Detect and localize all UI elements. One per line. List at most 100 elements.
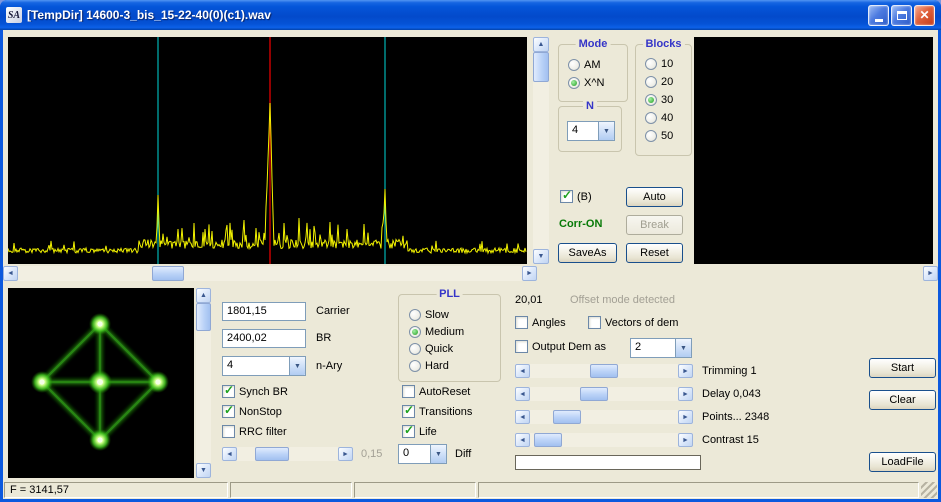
br-input[interactable]: 2400,02 — [222, 329, 306, 348]
scroll-track[interactable] — [533, 52, 549, 249]
n-select[interactable]: 4 ▼ — [567, 121, 615, 141]
carrier-input[interactable]: 1801,15 — [222, 302, 306, 321]
spectrum-trace — [8, 102, 527, 255]
contrast-slider[interactable]: ◄ ► — [515, 433, 693, 447]
radio-pll-medium[interactable]: Medium — [409, 326, 464, 338]
close-button[interactable]: ✕ — [914, 4, 935, 26]
app-icon[interactable]: SA — [6, 7, 22, 23]
scroll-right-icon[interactable]: ► — [678, 433, 693, 447]
scroll-track[interactable] — [530, 433, 678, 447]
app-icon-text: SA — [7, 9, 21, 21]
scroll-right-icon[interactable]: ► — [678, 364, 693, 378]
scroll-thumb[interactable] — [196, 303, 211, 331]
scroll-right-icon[interactable]: ► — [522, 266, 537, 281]
radio-blocks-20-label: 20 — [661, 76, 674, 88]
minimize-button[interactable] — [868, 4, 889, 26]
radio-pll-quick[interactable]: Quick — [409, 343, 453, 355]
chevron-down-icon[interactable]: ▼ — [675, 339, 691, 357]
radio-am[interactable]: AM — [568, 59, 601, 71]
scroll-track[interactable] — [237, 447, 338, 461]
scroll-left-icon[interactable]: ◄ — [515, 410, 530, 424]
scroll-left-icon[interactable]: ◄ — [515, 387, 530, 401]
radio-blocks-30[interactable]: 30 — [645, 94, 673, 106]
trimming-slider[interactable]: ◄ ► — [515, 364, 693, 378]
scroll-down-icon[interactable]: ▼ — [196, 463, 211, 478]
vectors-of-dem-checkbox[interactable]: Vectors of dem — [588, 316, 678, 329]
loadfile-button[interactable]: LoadFile — [869, 452, 936, 472]
nonstop-checkbox[interactable]: NonStop — [222, 403, 282, 418]
scroll-left-icon[interactable]: ◄ — [515, 364, 530, 378]
angles-checkbox[interactable]: Angles — [515, 316, 566, 329]
radio-blocks-40-label: 40 — [661, 112, 674, 124]
delay-slider[interactable]: ◄ ► — [515, 387, 693, 401]
mode-group-label: Mode — [575, 38, 611, 50]
spectrum-panel[interactable] — [8, 37, 527, 264]
constellation-v-scrollbar[interactable]: ▲ ▼ — [196, 288, 211, 478]
rrc-rolloff-scrollbar[interactable]: ◄ ► — [222, 447, 353, 461]
clear-button[interactable]: Clear — [869, 390, 936, 410]
scroll-down-icon[interactable]: ▼ — [533, 249, 549, 264]
scroll-up-icon[interactable]: ▲ — [196, 288, 211, 303]
scroll-left-icon[interactable]: ◄ — [222, 447, 237, 461]
scroll-right-icon[interactable]: ► — [678, 387, 693, 401]
radio-xn[interactable]: X^N — [568, 77, 604, 89]
radio-pll-medium-label: Medium — [425, 326, 465, 338]
radio-pll-slow-indicator — [409, 309, 421, 321]
scroll-left-icon[interactable]: ◄ — [515, 433, 530, 447]
scroll-thumb[interactable] — [152, 266, 184, 281]
scroll-thumb[interactable] — [534, 433, 562, 447]
break-button[interactable]: Break — [626, 215, 683, 235]
scroll-thumb[interactable] — [553, 410, 581, 424]
maximize-button[interactable] — [891, 4, 912, 26]
secondary-display-panel[interactable] — [694, 37, 933, 264]
auto-button[interactable]: Auto — [626, 187, 683, 207]
constellation-panel[interactable] — [8, 288, 194, 478]
rrc-filter-checkbox[interactable]: RRC filter — [222, 425, 287, 438]
scroll-track[interactable] — [530, 387, 678, 401]
output-dem-as-checkbox[interactable]: Output Dem as — [515, 340, 606, 353]
life-checkbox[interactable]: Life — [402, 423, 437, 438]
scroll-track[interactable] — [18, 266, 522, 281]
points-slider[interactable]: ◄ ► — [515, 410, 693, 424]
scroll-right-icon[interactable]: ► — [678, 410, 693, 424]
nary-select[interactable]: 4 ▼ — [222, 356, 306, 376]
resize-grip[interactable] — [921, 482, 937, 498]
scroll-track[interactable] — [530, 364, 678, 378]
titlebar[interactable]: SA [TempDir] 14600-3_bis_15-22-40(0)(c1)… — [0, 0, 941, 30]
radio-blocks-20[interactable]: 20 — [645, 76, 673, 88]
radio-pll-hard[interactable]: Hard — [409, 360, 449, 372]
scroll-thumb[interactable] — [255, 447, 289, 461]
scroll-track[interactable] — [530, 410, 678, 424]
autoreset-checkbox[interactable]: AutoReset — [402, 385, 470, 398]
synch-br-checkbox[interactable]: Synch BR — [222, 383, 288, 398]
start-button[interactable]: Start — [869, 358, 936, 378]
scroll-left-icon[interactable]: ◄ — [3, 266, 18, 281]
scroll-thumb[interactable] — [590, 364, 618, 378]
app-window: SA [TempDir] 14600-3_bis_15-22-40(0)(c1)… — [0, 0, 941, 502]
scroll-track[interactable] — [196, 303, 211, 463]
spectrum-v-scrollbar[interactable]: ▲ ▼ — [533, 37, 549, 264]
diff-select[interactable]: 0 ▼ — [398, 444, 447, 464]
spectrum-h-scrollbar[interactable]: ◄ ► — [3, 266, 537, 281]
br-label: BR — [316, 332, 332, 344]
right-panel-scroll-right-icon[interactable]: ► — [923, 266, 938, 281]
chevron-down-icon[interactable]: ▼ — [430, 445, 446, 463]
radio-pll-hard-label: Hard — [425, 360, 449, 372]
scroll-right-icon[interactable]: ► — [338, 447, 353, 461]
radio-blocks-50[interactable]: 50 — [645, 130, 673, 142]
radio-pll-slow[interactable]: Slow — [409, 309, 449, 321]
transitions-checkbox[interactable]: Transitions — [402, 403, 472, 418]
scroll-up-icon[interactable]: ▲ — [533, 37, 549, 52]
chevron-down-icon[interactable]: ▼ — [598, 122, 614, 140]
b-checkbox[interactable]: (B) — [560, 188, 592, 203]
radio-blocks-10[interactable]: 10 — [645, 58, 673, 70]
reset-button[interactable]: Reset — [626, 243, 683, 263]
scroll-thumb[interactable] — [580, 387, 608, 401]
scroll-thumb[interactable] — [533, 52, 549, 82]
chevron-down-icon[interactable]: ▼ — [289, 357, 305, 375]
saveas-button[interactable]: SaveAs — [558, 243, 617, 263]
carrier-label: Carrier — [316, 305, 350, 317]
radio-blocks-40[interactable]: 40 — [645, 112, 673, 124]
synch-br-checkbox-label: Synch BR — [239, 385, 288, 398]
output-dem-as-select[interactable]: 2 ▼ — [630, 338, 692, 358]
